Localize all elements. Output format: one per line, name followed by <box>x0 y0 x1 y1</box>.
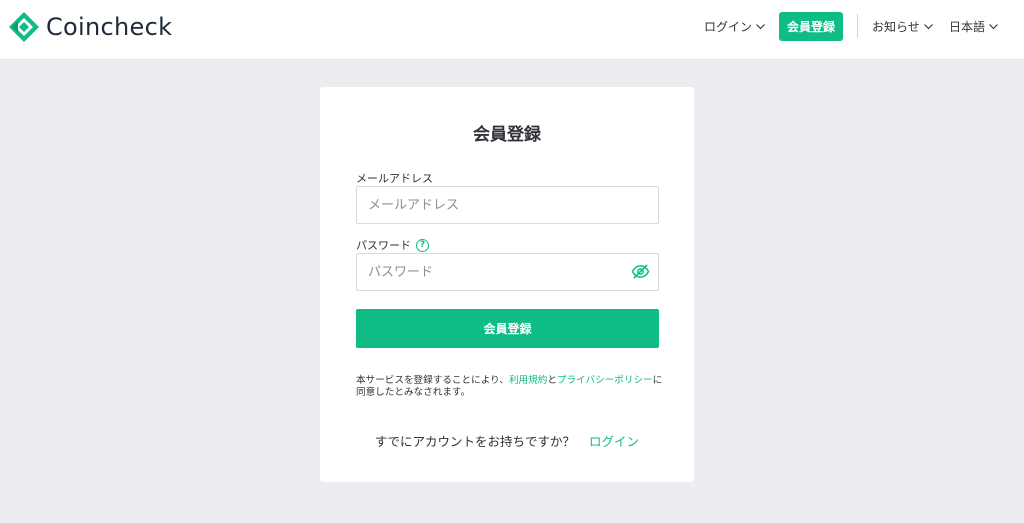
nav-language-menu[interactable]: 日本語 <box>949 17 999 35</box>
coincheck-logo-icon <box>9 12 39 42</box>
signup-card: 会員登録 メールアドレス パスワード ? 会員登録 本サービスを登録することによ… <box>320 87 694 482</box>
password-field[interactable] <box>356 253 659 291</box>
existing-account-text: すでにアカウントをお持ちですか？ <box>374 434 576 449</box>
terms-prefix: 本サービスを登録することにより、 <box>356 375 509 386</box>
signup-submit-button[interactable]: 会員登録 <box>356 309 659 348</box>
email-label-text: メールアドレス <box>356 172 433 185</box>
nav-language-label: 日本語 <box>949 19 986 34</box>
brand-logo[interactable]: Coincheck <box>8 10 172 44</box>
nav-news-menu[interactable]: お知らせ <box>872 17 934 35</box>
chevron-down-icon <box>756 23 765 29</box>
nav-login-menu[interactable]: ログイン <box>704 17 766 35</box>
email-label: メールアドレス <box>356 170 433 186</box>
terms-of-service-link[interactable]: 利用規約 <box>509 375 547 386</box>
top-header: Coincheck ログイン 会員登録 お知らせ 日本語 <box>0 0 1024 60</box>
nav-divider <box>857 14 858 38</box>
password-label: パスワード ? <box>356 237 429 253</box>
privacy-policy-link[interactable]: プライバシーポリシー <box>557 375 653 386</box>
chevron-down-icon <box>923 23 933 29</box>
help-icon[interactable]: ? <box>416 238 429 252</box>
eye-slash-icon[interactable] <box>631 263 650 280</box>
nav-news-label: お知らせ <box>872 19 920 34</box>
brand-name: Coincheck <box>46 13 173 41</box>
password-label-text: パスワード <box>356 239 411 252</box>
email-field[interactable] <box>356 186 659 224</box>
terms-notice: 本サービスを登録することにより、利用規約とプライバシーポリシーに同意したとみなさ… <box>356 375 666 399</box>
form-title: 会員登録 <box>473 125 541 145</box>
existing-account-prompt: すでにアカウントをお持ちですか？ ログイン <box>320 431 694 450</box>
nav-login-label: ログイン <box>704 19 753 34</box>
terms-conj: と <box>547 375 557 386</box>
nav-signup-button[interactable]: 会員登録 <box>779 12 843 41</box>
chevron-down-icon <box>989 23 998 29</box>
login-link[interactable]: ログイン <box>589 434 639 449</box>
